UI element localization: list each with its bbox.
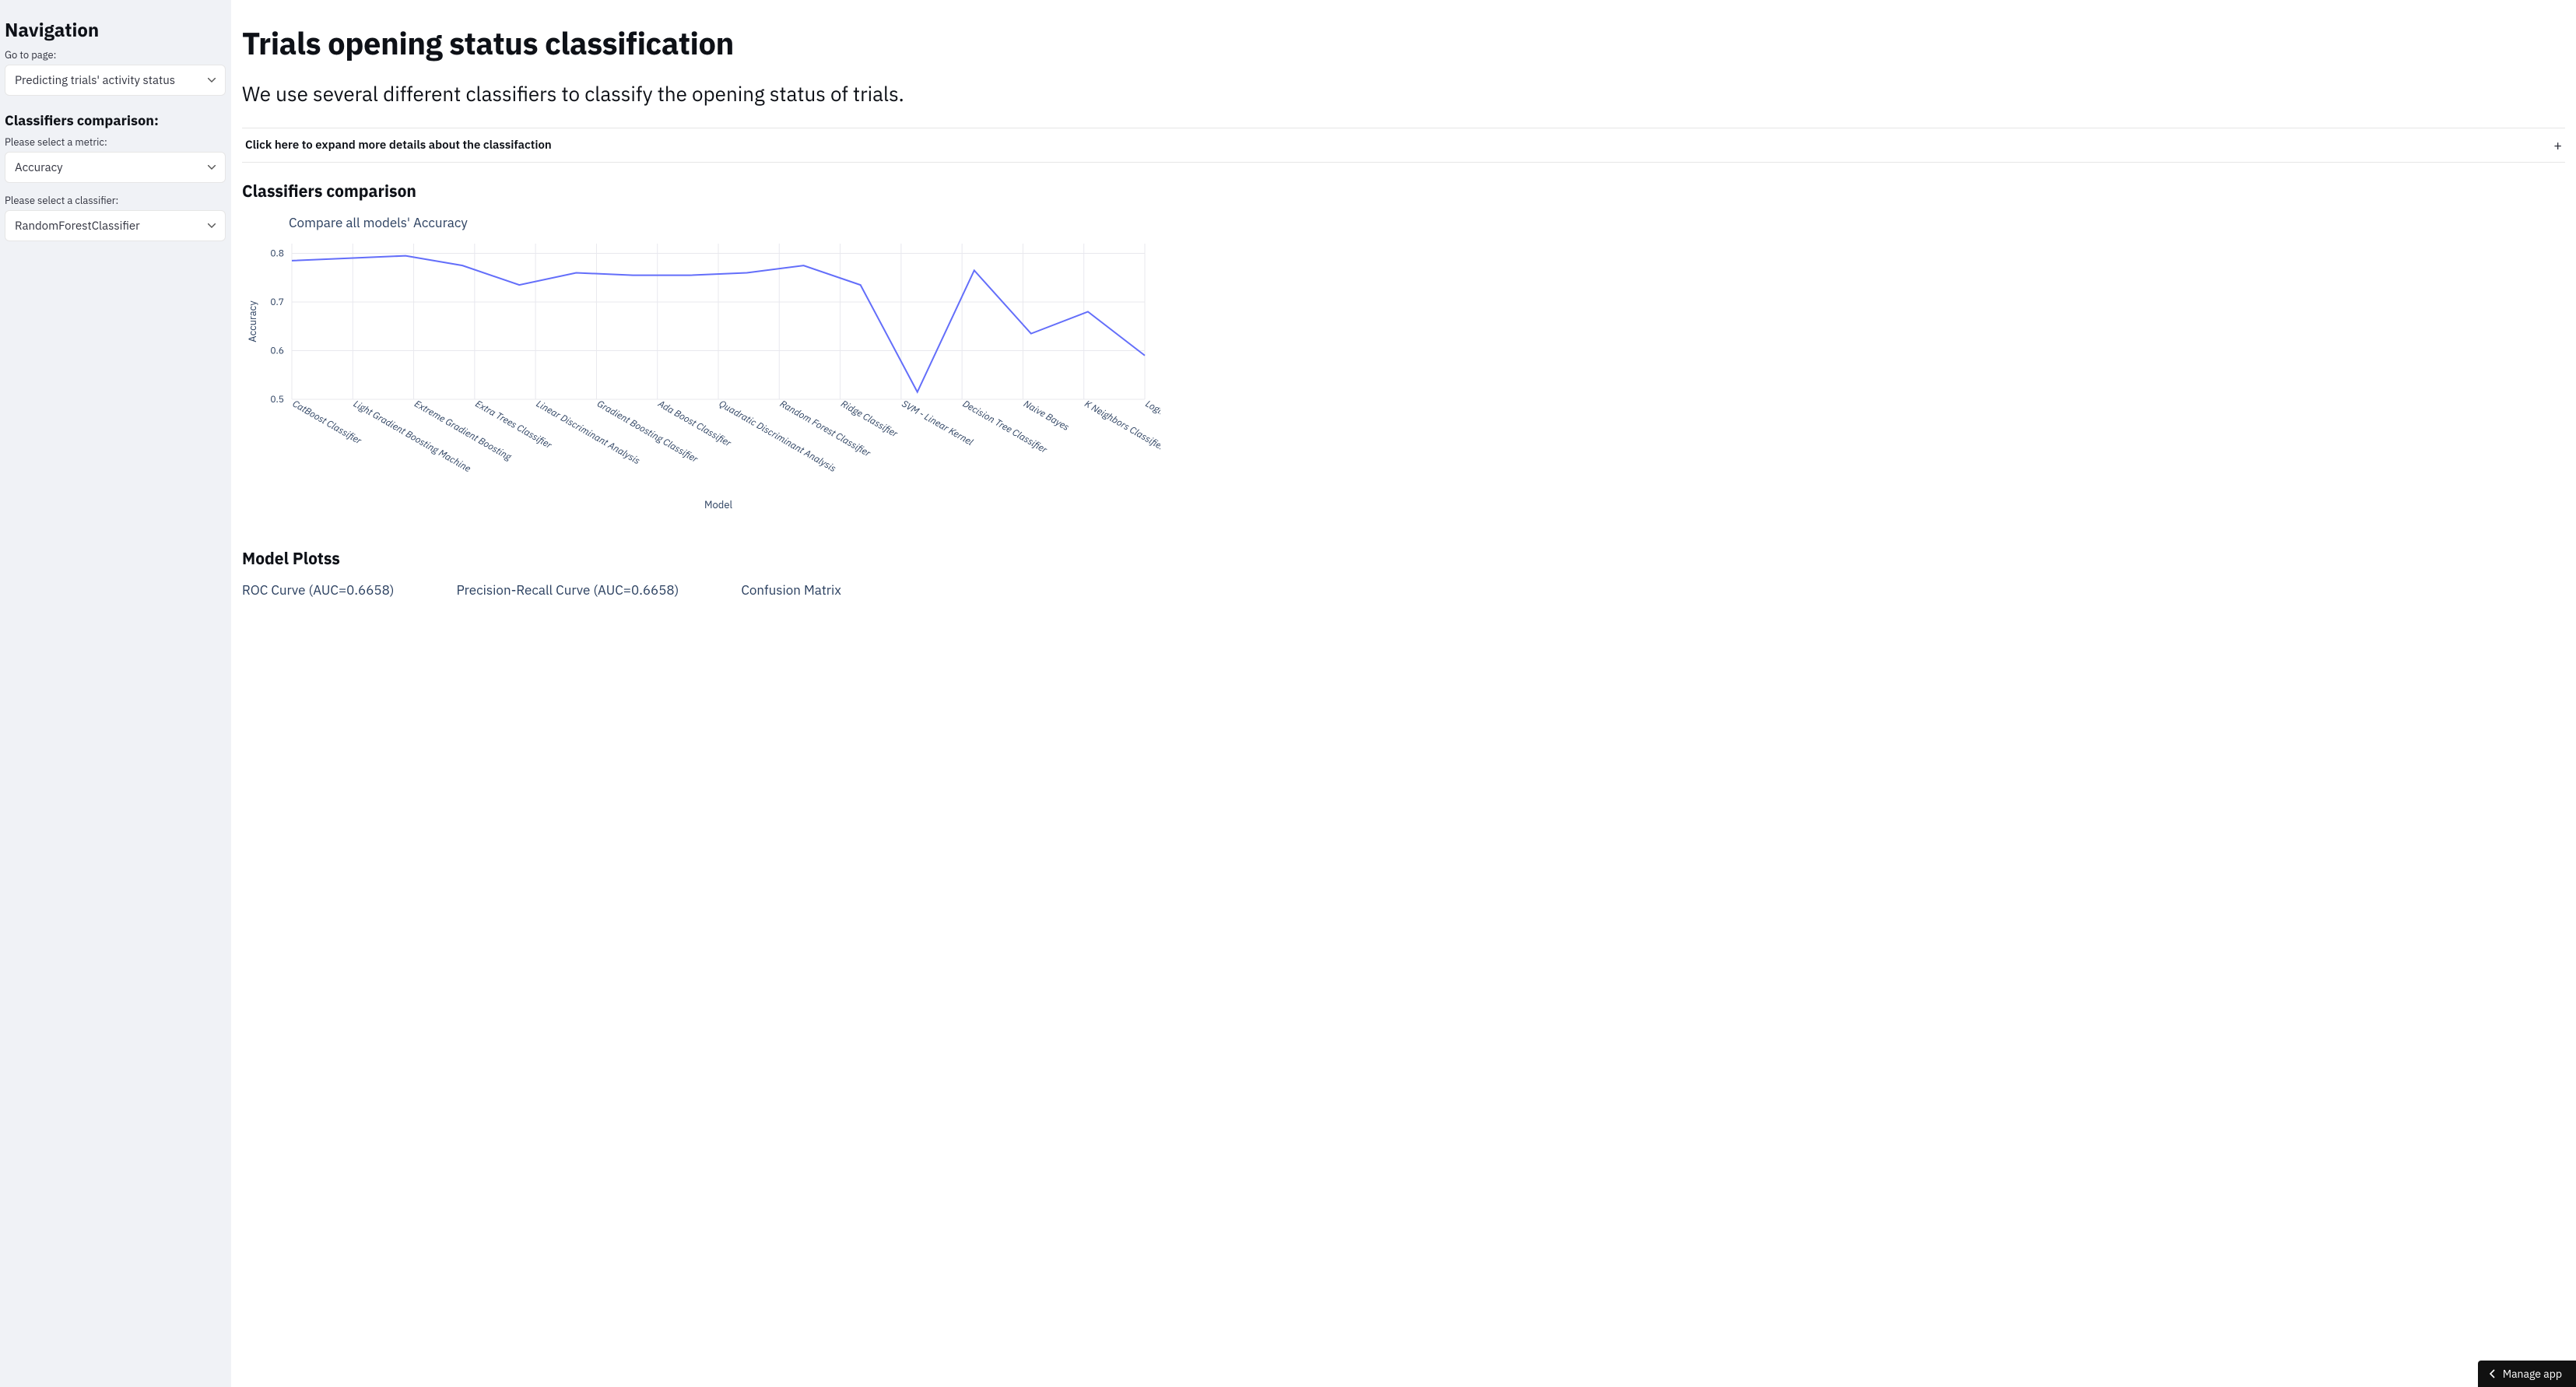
chevron-down-icon xyxy=(208,223,216,228)
manage-app-label: Manage app xyxy=(2503,1367,2562,1381)
expander-label: Click here to expand more details about … xyxy=(245,138,552,153)
page-subtitle: We use several different classifiers to … xyxy=(242,81,2565,107)
svg-text:Model: Model xyxy=(704,498,733,511)
svg-text:Naive Bayes: Naive Bayes xyxy=(1021,398,1071,434)
goto-page-label: Go to page: xyxy=(5,48,226,61)
metric-select[interactable]: Accuracy xyxy=(5,152,226,183)
svg-text:Gradient Boosting Classifier: Gradient Boosting Classifier xyxy=(595,398,700,465)
goto-page-value: Predicting trials' activity status xyxy=(15,73,175,88)
svg-text:0.5: 0.5 xyxy=(270,394,284,406)
classifier-value: RandomForestClassifier xyxy=(15,219,140,234)
accuracy-chart: Compare all models' Accuracy 0.5 0.6 0.7 0.… xyxy=(242,214,2565,539)
compare-heading: Classifiers comparison xyxy=(242,180,2565,202)
pr-plot-title: Precision-Recall Curve (AUC=0.6658) xyxy=(456,581,679,599)
details-expander[interactable]: Click here to expand more details about … xyxy=(242,128,2565,163)
accuracy-line-chart[interactable]: 0.50.60.70.8CatBoost ClassifierLight Gra… xyxy=(242,236,1160,516)
classifier-label: Please select a classifier: xyxy=(5,194,226,207)
manage-app-button[interactable]: Manage app xyxy=(2478,1361,2576,1387)
classifier-select[interactable]: RandomForestClassifier xyxy=(5,210,226,241)
svg-text:Quadratic Discriminant Analysi: Quadratic Discriminant Analysis xyxy=(717,398,838,475)
metric-value: Accuracy xyxy=(15,160,63,175)
svg-text:Extreme Gradient Boosting: Extreme Gradient Boosting xyxy=(412,398,514,463)
plus-icon: + xyxy=(2553,136,2562,154)
main-content: Trials opening status classification We … xyxy=(231,0,2576,1387)
svg-text:Light Gradient Boosting Machin: Light Gradient Boosting Machine xyxy=(351,398,472,475)
svg-text:0.8: 0.8 xyxy=(270,248,284,260)
svg-text:Linear Discriminant Analysis: Linear Discriminant Analysis xyxy=(534,398,642,467)
svg-text:Ridge Classifier: Ridge Classifier xyxy=(839,398,900,440)
svg-text:0.6: 0.6 xyxy=(270,346,284,357)
cm-plot-title: Confusion Matrix xyxy=(741,581,841,599)
goto-page-select[interactable]: Predicting trials' activity status xyxy=(5,65,226,96)
chart-title: Compare all models' Accuracy xyxy=(289,214,2565,231)
sidebar-compare-title: Classifiers comparison: xyxy=(5,111,226,129)
page-title: Trials opening status classification xyxy=(242,25,2565,61)
svg-text:Accuracy: Accuracy xyxy=(246,300,259,342)
chevron-down-icon xyxy=(208,165,216,170)
sidebar-title: Navigation xyxy=(5,17,226,42)
roc-plot-title: ROC Curve (AUC=0.6658) xyxy=(242,581,394,599)
svg-text:0.7: 0.7 xyxy=(270,297,284,308)
chevron-down-icon xyxy=(208,78,216,83)
sidebar: Navigation Go to page: Predicting trials… xyxy=(0,0,231,1387)
chevron-left-icon xyxy=(2489,1369,2495,1378)
metric-label: Please select a metric: xyxy=(5,135,226,149)
model-plots-heading: Model Plotss xyxy=(242,547,2565,569)
